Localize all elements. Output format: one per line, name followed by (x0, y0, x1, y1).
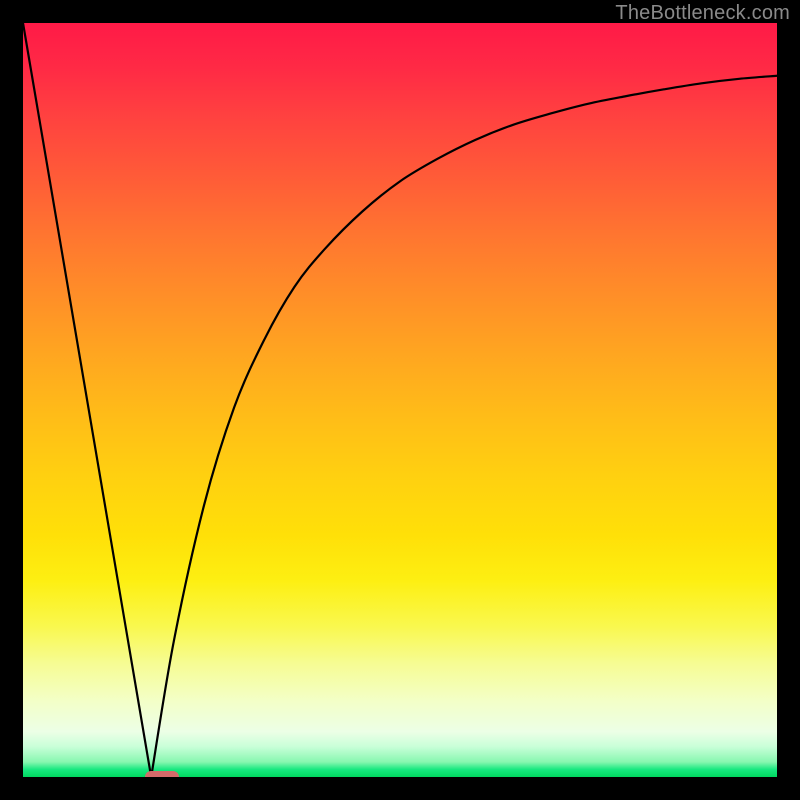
curve-left-branch (23, 23, 151, 777)
curve-right-branch (151, 76, 777, 777)
optimal-marker (145, 771, 179, 777)
chart-container: TheBottleneck.com (0, 0, 800, 800)
curve-layer (23, 23, 777, 777)
watermark-text: TheBottleneck.com (615, 2, 790, 25)
plot-area (23, 23, 777, 777)
